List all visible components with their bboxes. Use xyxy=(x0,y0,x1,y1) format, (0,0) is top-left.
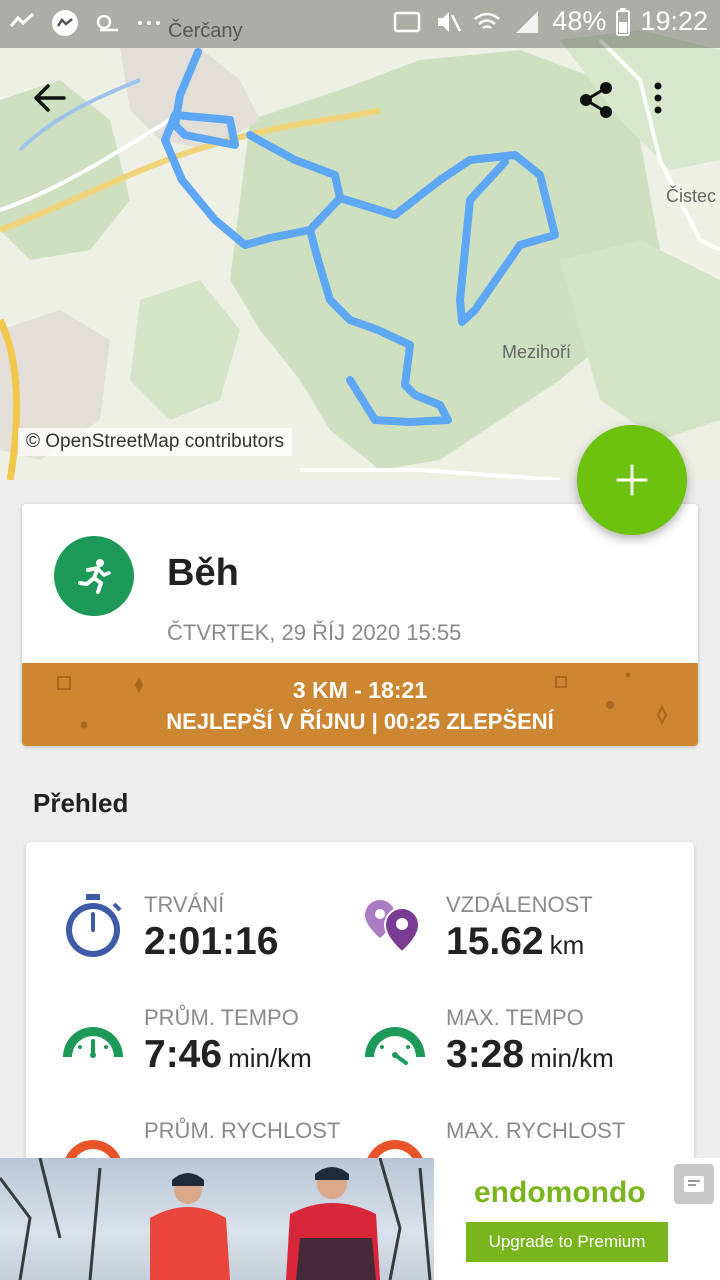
status-notifications xyxy=(8,8,164,38)
stat-max-pace-label: MAX. TEMPO xyxy=(446,1005,584,1030)
cast-icon xyxy=(394,11,421,32)
battery-percent: 48% xyxy=(552,6,607,36)
stat-distance-label: VZDÁLENOST xyxy=(446,892,593,917)
map-label-cistec: Čistec xyxy=(666,186,717,206)
battery-icon xyxy=(616,7,631,36)
wifi-icon xyxy=(474,12,501,29)
upgrade-premium-button[interactable]: Upgrade to Premium xyxy=(466,1222,668,1262)
stat-distance[interactable]: VZDÁLENOST 15.62 km xyxy=(360,892,660,992)
best-effort-result: 3 KM - 18:21 xyxy=(292,677,428,703)
stat-duration-label: TRVÁNÍ xyxy=(144,892,225,917)
status-system: 48% 19:22 xyxy=(392,6,708,37)
running-icon xyxy=(78,559,111,594)
ad-runners-image xyxy=(0,1158,434,1280)
stat-max-pace-value: 3:28 xyxy=(446,1033,525,1076)
ad-close-button[interactable] xyxy=(674,1164,714,1204)
mute-icon xyxy=(438,11,462,32)
route-map[interactable]: Čerčany Čistec Mezihoří © OpenStreetMap … xyxy=(0,0,720,480)
share-button[interactable] xyxy=(576,80,624,128)
stat-distance-unit: km xyxy=(549,930,585,960)
back-arrow-icon xyxy=(34,84,66,112)
add-button[interactable] xyxy=(577,425,687,535)
map-attribution[interactable]: © OpenStreetMap contributors xyxy=(18,428,292,456)
speedometer-icon xyxy=(63,1027,123,1058)
back-button[interactable] xyxy=(32,80,80,128)
stat-avg-speed-label: PRŮM. RYCHLOST xyxy=(144,1118,341,1143)
best-effort-detail: NEJLEPŠÍ V ŘÍJNU | 00:25 ZLEPŠENÍ xyxy=(166,709,554,734)
sport-badge xyxy=(54,536,134,616)
runners-photo-icon xyxy=(0,1158,432,1280)
clock: 19:22 xyxy=(640,6,708,36)
signal-icon xyxy=(516,10,539,33)
workout-date: ČTVRTEK, 29 ŘÍJ 2020 15:55 xyxy=(167,620,462,645)
more-notifications-icon xyxy=(138,21,160,25)
ad-brand-logo: endomondo xyxy=(474,1176,646,1209)
sport-name: Běh xyxy=(167,552,239,594)
stat-avg-pace-value: 7:46 xyxy=(144,1033,223,1076)
stat-distance-value: 15.62 xyxy=(446,920,544,963)
plus-icon xyxy=(616,464,648,496)
status-bar: 48% 19:22 xyxy=(0,0,720,48)
stat-max-pace-unit: min/km xyxy=(530,1043,614,1073)
location-pins-icon xyxy=(365,900,421,954)
stopwatch-icon xyxy=(66,894,122,957)
stat-duration-value: 2:01:16 xyxy=(144,920,279,963)
more-options-button[interactable] xyxy=(652,80,700,128)
stat-avg-pace-unit: min/km xyxy=(228,1043,312,1073)
stat-max-pace[interactable]: MAX. TEMPO 3:28 min/km xyxy=(360,1005,660,1105)
messenger-icon xyxy=(52,10,78,36)
activity-summary-card[interactable]: Běh ČTVRTEK, 29 ŘÍJ 2020 15:55 3 KM - 18… xyxy=(22,504,698,746)
map-canvas xyxy=(0,0,720,480)
share-icon xyxy=(580,82,612,118)
weather-icon xyxy=(96,14,118,32)
stat-duration[interactable]: TRVÁNÍ 2:01:16 xyxy=(58,892,358,992)
personal-best-banner[interactable]: 3 KM - 18:21 NEJLEPŠÍ V ŘÍJNU | 00:25 ZL… xyxy=(22,663,698,746)
missed-call-icon xyxy=(9,12,35,27)
speedometer-icon xyxy=(365,1027,425,1065)
overview-stats-card: TRVÁNÍ 2:01:16 VZDÁLENOST 15.62 km PRŮM. … xyxy=(26,842,694,1182)
ad-banner[interactable]: endomondo Upgrade to Premium xyxy=(0,1158,720,1280)
ad-choices-icon xyxy=(684,1176,704,1192)
map-label-mezihori: Mezihoří xyxy=(502,342,572,362)
stat-max-speed-label: MAX. RYCHLOST xyxy=(446,1118,626,1143)
overview-heading: Přehled xyxy=(33,788,129,818)
more-vertical-icon xyxy=(654,82,662,114)
stat-avg-pace-label: PRŮM. TEMPO xyxy=(144,1005,299,1030)
stat-avg-pace[interactable]: PRŮM. TEMPO 7:46 min/km xyxy=(58,1005,358,1105)
